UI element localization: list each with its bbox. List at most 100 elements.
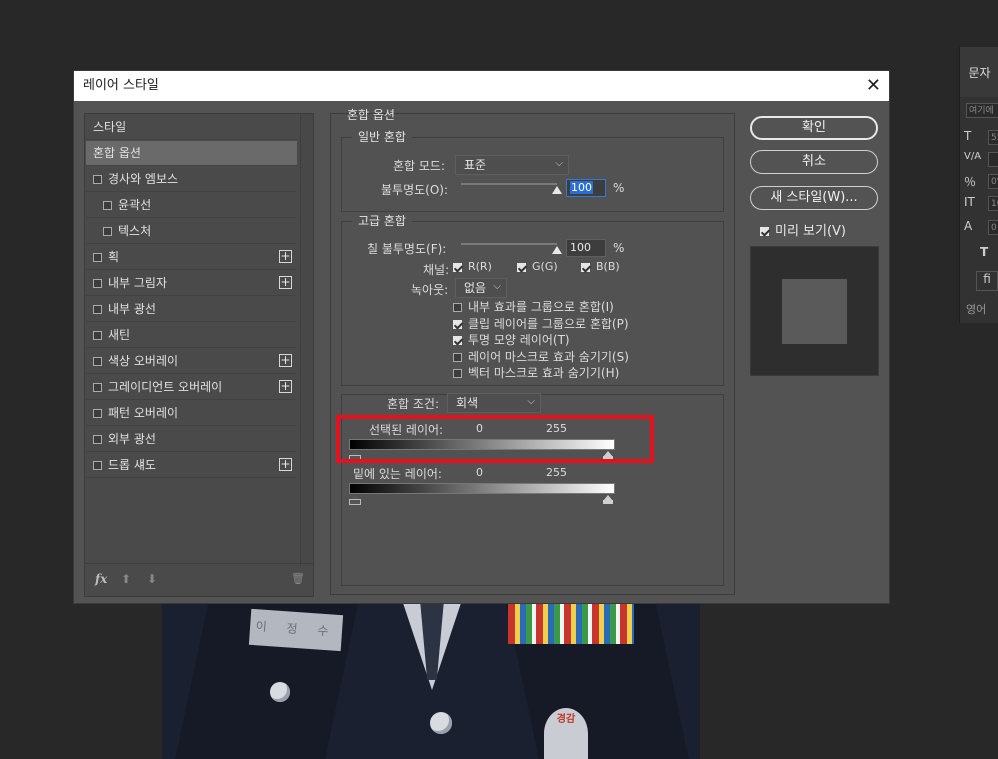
style-item-checkbox[interactable]	[93, 175, 102, 184]
channel-checkbox-box[interactable]	[581, 262, 590, 272]
style-item-checkbox[interactable]	[93, 305, 102, 314]
style-item-checkbox[interactable]	[103, 201, 112, 210]
style-item[interactable]: 드롭 섀도 +	[86, 453, 297, 478]
move-down-icon[interactable]: ⬇	[147, 572, 157, 586]
style-item-label: 색상 오버레이	[108, 354, 179, 368]
add-effect-icon[interactable]: +	[279, 458, 292, 471]
underlying-layer-black-thumb[interactable]	[349, 495, 361, 505]
advanced-option-box[interactable]	[453, 336, 462, 345]
add-effect-icon[interactable]: +	[279, 250, 292, 263]
fill-opacity-slider-thumb[interactable]	[552, 246, 562, 254]
style-item[interactable]: 텍스처	[86, 219, 297, 244]
fill-opacity-slider[interactable]	[461, 243, 557, 245]
tab-character[interactable]: 문자	[960, 47, 998, 97]
style-item[interactable]: 색상 오버레이 +	[86, 349, 297, 374]
style-item[interactable]: 패턴 오버레이	[86, 401, 297, 426]
advanced-option-checkbox[interactable]: 벡터 마스크로 효과 숨기기(H)	[453, 364, 619, 381]
advanced-option-checkbox[interactable]: 내부 효과를 그룹으로 혼합(I)	[453, 298, 614, 315]
style-item-checkbox[interactable]	[93, 435, 102, 444]
opacity-label: 불투명도(O):	[381, 183, 449, 197]
add-effect-icon[interactable]: +	[279, 380, 292, 393]
channels-label: 채널:	[423, 263, 450, 277]
style-item-checkbox[interactable]	[93, 253, 102, 262]
fx-icon[interactable]: fx	[95, 572, 107, 586]
chevron-down-icon: ⌵	[493, 281, 501, 292]
advanced-option-box[interactable]	[453, 352, 462, 362]
style-item[interactable]: 그레이디언트 오버레이 +	[86, 375, 297, 400]
fill-opacity-label: 칠 불투명도(F):	[367, 242, 447, 256]
channel-checkbox[interactable]: R(R)	[453, 260, 492, 273]
advanced-option-label: 레이어 마스크로 효과 숨기기(S)	[468, 349, 629, 364]
advanced-option-checkbox[interactable]: 레이어 마스크로 효과 숨기기(S)	[453, 348, 629, 365]
style-item[interactable]: 스타일	[86, 115, 297, 140]
underlying-layer-max: 255	[546, 466, 567, 479]
font-size-icon: T	[964, 129, 972, 143]
style-item-checkbox[interactable]	[103, 227, 112, 236]
style-item-checkbox[interactable]	[93, 409, 102, 418]
style-list-scrollbar[interactable]	[300, 114, 313, 566]
badge-text: 경감	[556, 714, 576, 725]
fill-opacity-input[interactable]: 100	[566, 239, 606, 257]
opacity-slider[interactable]	[461, 183, 557, 185]
language-select[interactable]: 영어	[966, 301, 998, 319]
style-item[interactable]: 획 +	[86, 245, 297, 270]
style-item[interactable]: 외부 광선	[86, 427, 297, 452]
preview-checkbox[interactable]: 미리 보기(V)	[760, 220, 846, 239]
uniform-tie	[420, 600, 444, 680]
ok-button[interactable]: 확인	[750, 116, 878, 140]
vertical-scale-row[interactable]: IT10	[964, 195, 998, 213]
opacity-slider-thumb[interactable]	[552, 186, 562, 194]
blend-if-select[interactable]: 회색 ⌵	[447, 393, 541, 413]
opacity-input[interactable]: 100	[566, 179, 606, 197]
style-item-checkbox[interactable]	[93, 383, 102, 392]
add-effect-icon[interactable]: +	[279, 276, 292, 289]
style-item[interactable]: 윤곽선	[86, 193, 297, 218]
blend-mode-select[interactable]: 표준 ⌵	[455, 155, 569, 175]
font-size-row[interactable]: T55	[964, 129, 998, 147]
kerning-row[interactable]: V/A	[964, 151, 998, 169]
style-item[interactable]: 내부 광선	[86, 297, 297, 322]
style-preview	[750, 246, 879, 376]
trash-icon[interactable]: 🗑	[291, 572, 305, 585]
style-item-label: 획	[108, 250, 120, 264]
new-style-button[interactable]: 새 스타일(W)...	[750, 186, 878, 210]
close-icon[interactable]: ✕	[866, 71, 881, 101]
preview-checkbox-box[interactable]	[760, 227, 769, 236]
style-item-checkbox[interactable]	[93, 461, 102, 470]
style-item[interactable]: 내부 그림자 +	[86, 271, 297, 296]
style-item-checkbox[interactable]	[93, 331, 102, 340]
ligature-icon[interactable]: fi	[976, 271, 998, 291]
style-item-checkbox[interactable]	[93, 357, 102, 366]
font-family-field[interactable]: 여기에	[964, 102, 998, 120]
cancel-button[interactable]: 취소	[750, 150, 878, 174]
background-photo: 이 정 수 경감	[162, 600, 700, 759]
style-item[interactable]: 경사와 엠보스	[86, 167, 297, 192]
advanced-option-box[interactable]	[453, 369, 462, 378]
knockout-select[interactable]: 없음 ⌵	[455, 278, 507, 298]
underlying-layer-gradient[interactable]	[349, 483, 615, 494]
style-item[interactable]: 새틴	[86, 323, 297, 348]
channel-checkbox-box[interactable]	[517, 262, 526, 272]
faux-bold-icon[interactable]: T	[980, 245, 998, 263]
dialog-title: 레이어 스타일	[83, 78, 159, 93]
underlying-layer-white-thumb[interactable]	[603, 495, 613, 504]
blend-mode-label: 혼합 모드:	[393, 159, 446, 173]
style-item[interactable]: 혼합 옵션	[86, 141, 297, 166]
channel-checkbox-box[interactable]	[453, 262, 462, 272]
advanced-blending-title: 고급 혼합	[358, 214, 406, 228]
advanced-option-checkbox[interactable]: 투명 모양 레이어(T)	[453, 331, 570, 348]
preview-label: 미리 보기(V)	[775, 224, 847, 239]
advanced-option-box[interactable]	[453, 319, 462, 329]
blend-if-label: 혼합 조건:	[387, 397, 440, 411]
move-up-icon[interactable]: ⬆	[121, 572, 131, 586]
channel-checkbox[interactable]: G(G)	[517, 260, 558, 273]
scale-row[interactable]: ％0%	[964, 173, 998, 191]
add-effect-icon[interactable]: +	[279, 354, 292, 367]
underlying-layer-min: 0	[476, 466, 483, 479]
baseline-row[interactable]: A0	[964, 219, 998, 237]
advanced-option-box[interactable]	[453, 303, 462, 312]
channel-checkbox[interactable]: B(B)	[581, 260, 620, 273]
advanced-option-checkbox[interactable]: 클립 레이어를 그룹으로 혼합(P)	[453, 315, 629, 332]
style-item-checkbox[interactable]	[93, 279, 102, 288]
preview-swatch	[782, 279, 847, 344]
